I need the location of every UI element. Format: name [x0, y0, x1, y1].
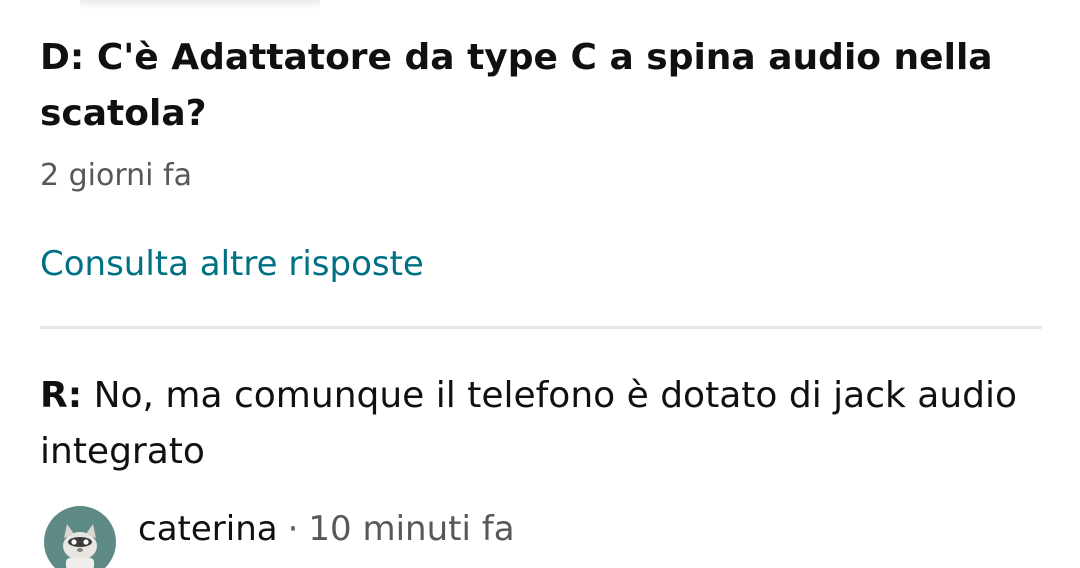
- question-text: D: C'è Adattatore da type C a spina audi…: [40, 30, 1040, 142]
- answer-date: 10 minuti fa: [308, 509, 515, 549]
- question-prefix: D:: [40, 37, 85, 78]
- answer-author-row: caterina · 10 minuti fa: [44, 490, 515, 568]
- author-name[interactable]: caterina: [138, 509, 278, 549]
- answer-text: R: No, ma comunque il telefono è dotato …: [40, 368, 1040, 480]
- see-more-answers-link[interactable]: Consulta altre risposte: [40, 240, 424, 288]
- question-body: C'è Adattatore da type C a spina audio n…: [40, 37, 993, 134]
- question-date: 2 giorni fa: [40, 158, 192, 193]
- cat-avatar-icon[interactable]: [44, 506, 116, 568]
- separator-dot: ·: [287, 509, 299, 549]
- answer-prefix: R:: [40, 375, 83, 416]
- previous-content-edge: [80, 0, 320, 10]
- divider: [40, 326, 1042, 329]
- answer-body: No, ma comunque il telefono è dotato di …: [40, 375, 1018, 472]
- author-meta: caterina · 10 minuti fa: [138, 505, 515, 553]
- qa-page: D: C'è Adattatore da type C a spina audi…: [0, 0, 1080, 568]
